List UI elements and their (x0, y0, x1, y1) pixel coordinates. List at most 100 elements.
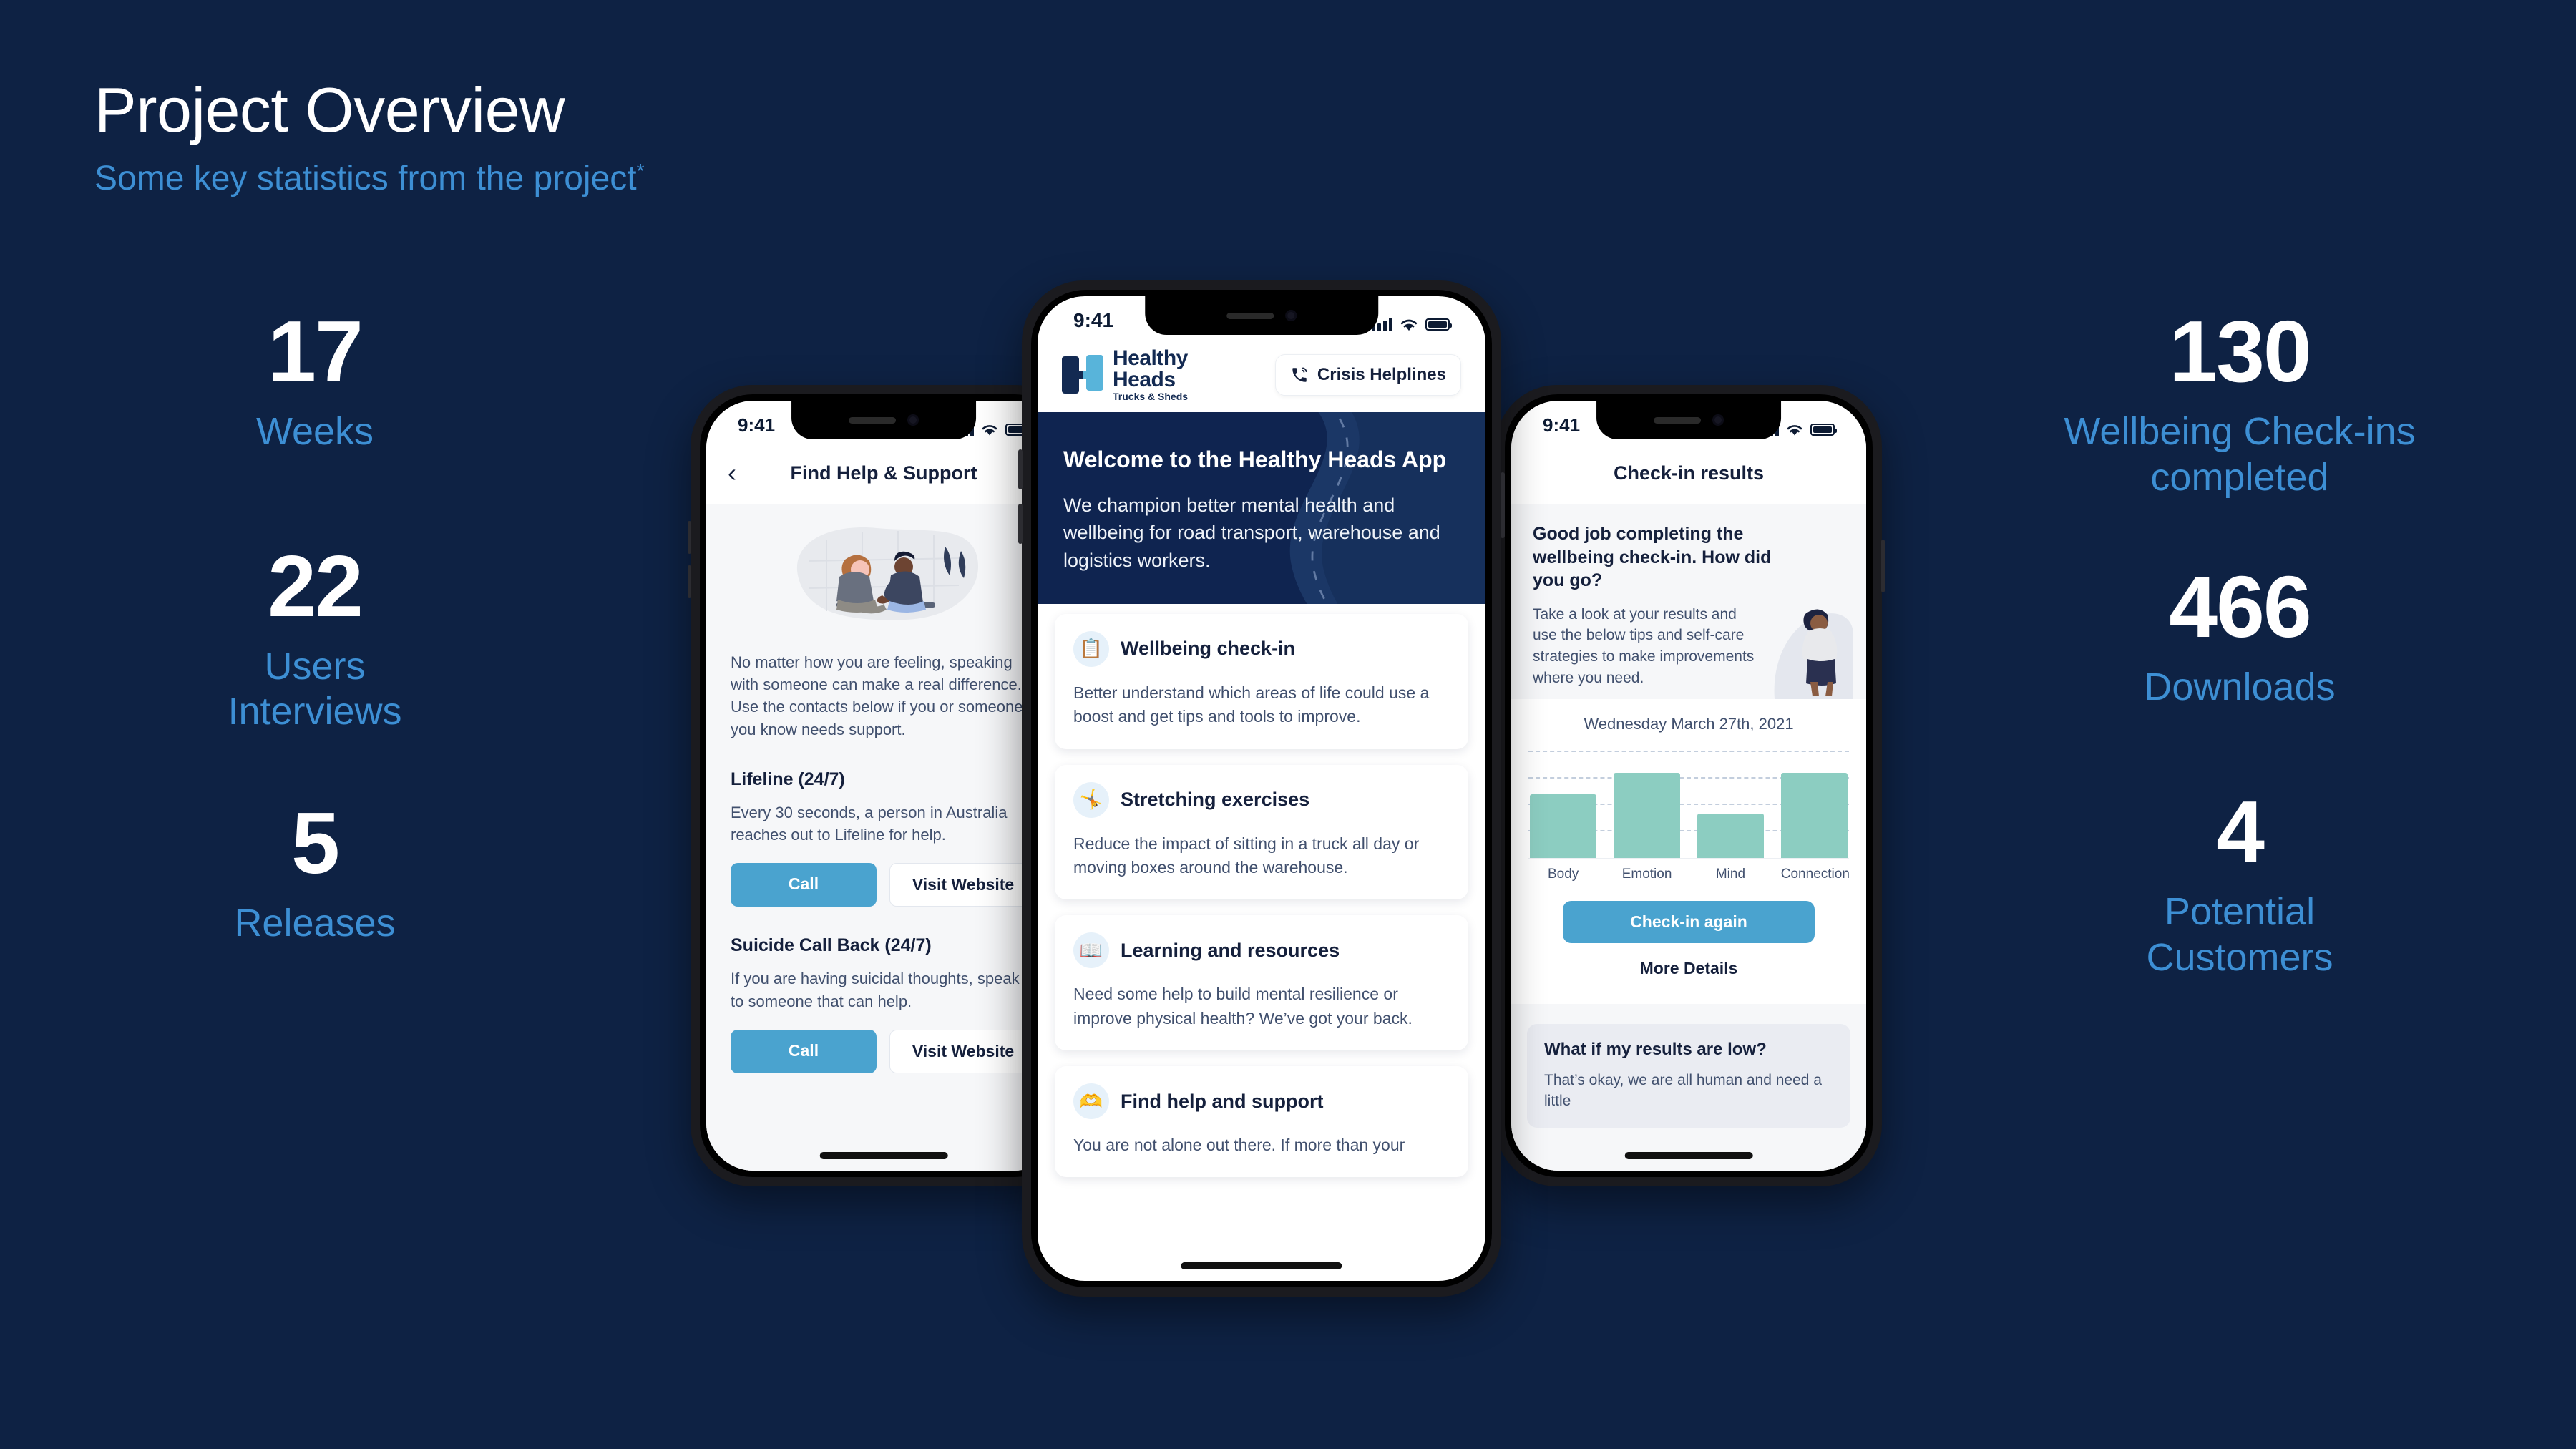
stat-value: 5 (291, 794, 340, 892)
helpline-title: Lifeline (24/7) (731, 769, 845, 789)
home-indicator[interactable] (1181, 1262, 1342, 1269)
welcome-title: Welcome to the Healthy Heads App (1063, 447, 1447, 472)
stat-item: 4 Potential Customers (2025, 788, 2454, 980)
helpline-body: Every 30 seconds, a person in Australia … (731, 803, 1008, 844)
volume-up-button[interactable] (1018, 449, 1023, 489)
crisis-helplines-button[interactable]: Crisis Helplines (1274, 354, 1461, 396)
phone-bezel: 9:41 Check-in results Good job completin… (1505, 394, 1873, 1177)
slide-root: Project Overview Some key statistics fro… (0, 0, 2576, 1449)
chart-x-labels: Body Emotion Mind Connection (1528, 859, 1850, 882)
phone-mockup-welcome: 9:41 Healthy Heads Trucks & Sheds Crisis… (1018, 280, 1505, 1297)
screen-title: Check-in results (1613, 462, 1765, 484)
chart-x-label: Body (1547, 866, 1579, 882)
intro-paragraph: No matter how you are feeling, speaking … (731, 653, 1023, 738)
app-header: Healthy Heads Trucks & Sheds Crisis Help… (1038, 338, 1485, 412)
screen-content: No matter how you are feeling, speaking … (706, 504, 1061, 1171)
stat-label: Releases (234, 902, 396, 945)
volume-down-button[interactable] (688, 565, 691, 598)
low-results-body: That’s okay, we are all human and need a… (1544, 1071, 1822, 1110)
logo-wordmark: Healthy Heads Trucks & Sheds (1113, 348, 1188, 402)
feature-card-title: Find help and support (1121, 1090, 1324, 1112)
power-button[interactable] (1501, 472, 1505, 538)
earpiece-speaker (1226, 312, 1274, 319)
home-indicator[interactable] (819, 1152, 948, 1159)
stat-item: 22 Users Interviews (100, 542, 530, 735)
power-button[interactable] (1881, 540, 1885, 592)
phone-screen: 9:41 Healthy Heads Trucks & Sheds Crisis… (1038, 296, 1485, 1281)
stat-label: Wellbeing Check-ins completed (2064, 410, 2416, 499)
feature-card[interactable]: 🫶 Find help and support You are not alone … (1055, 1066, 1468, 1178)
volume-up-button[interactable] (688, 521, 691, 554)
helpline-body: If you are having suicidal thoughts, spe… (731, 970, 1020, 1010)
call-button[interactable]: Call (731, 863, 877, 907)
visit-website-button[interactable]: Visit Website (889, 863, 1037, 907)
phone-screen: 9:41 Check-in results Good job completin… (1511, 401, 1866, 1171)
stat-label: Weeks (255, 410, 374, 453)
wifi-icon (982, 425, 997, 436)
stat-value: 17 (268, 303, 364, 400)
stat-value: 130 (2169, 303, 2312, 400)
chart-title: Wednesday March 27th, 2021 (1584, 714, 1794, 733)
header: Project Overview Some key statistics fro… (94, 77, 645, 198)
results-subtext: Take a look at your results and use the … (1533, 605, 1755, 686)
navigation-bar: ‹ Find Help & Support (706, 442, 1061, 504)
bar-chart (1528, 750, 1849, 859)
low-results-card: What if my results are low? That’s okay,… (1527, 1023, 1850, 1128)
page-subtitle: Some key statistics from the project* (94, 160, 645, 198)
front-camera (1712, 414, 1724, 426)
battery-icon (1425, 318, 1452, 331)
chart-bars (1528, 752, 1849, 858)
phone-bezel: 9:41 ‹ Find Help & Support No matter how… (700, 394, 1068, 1177)
phone-call-icon (1292, 367, 1307, 382)
stat-item: 466 Downloads (2025, 563, 2454, 711)
chart-bar-mind (1697, 813, 1765, 858)
navigation-bar: Check-in results (1511, 442, 1866, 504)
two-people-talking-illustration (796, 527, 979, 620)
feature-card[interactable]: 📖 Learning and resources Need some help to… (1055, 915, 1468, 1051)
phone-mockup-checkin-results: 9:41 Check-in results Good job completin… (1493, 385, 1885, 1186)
chart-x-label: Mind (1715, 866, 1746, 882)
helpline-actions: Call Visit Website (731, 863, 1037, 907)
visit-website-button[interactable]: Visit Website (889, 1029, 1037, 1073)
chart-bar-body (1530, 794, 1597, 858)
open-book-icon: 📖 (1073, 932, 1109, 969)
feature-card-body: You are not alone out there. If more tha… (1073, 1136, 1405, 1155)
healthy-heads-logo: Healthy Heads Trucks & Sheds (1062, 348, 1188, 402)
wifi-icon (1787, 425, 1802, 436)
volume-down-button[interactable] (1018, 504, 1023, 544)
feature-card-title: Learning and resources (1121, 939, 1340, 961)
logo-line-1: Healthy (1113, 346, 1188, 371)
stat-value: 22 (268, 537, 364, 635)
call-button[interactable]: Call (731, 1029, 877, 1073)
wifi-icon (1400, 319, 1418, 331)
checkin-again-button[interactable]: Check-in again (1563, 900, 1815, 943)
helping-hands-icon: 🫶 (1073, 1083, 1109, 1120)
earpiece-speaker (849, 416, 896, 424)
helpline-title: Suicide Call Back (24/7) (731, 935, 932, 956)
results-chart-card: Wednesday March 27th, 2021 Body Emotion Mi… (1511, 698, 1866, 1004)
helpline-section: Lifeline (24/7) Every 30 seconds, a pers… (731, 769, 1037, 907)
clipboard-checkin-icon: 📋 (1073, 630, 1109, 667)
feature-card-title: Stretching exercises (1121, 789, 1310, 811)
stat-label: Downloads (2144, 665, 2336, 709)
helpline-actions: Call Visit Website (731, 1029, 1037, 1073)
page-title: Project Overview (94, 74, 565, 145)
screen-content: Good job completing the wellbeing check-… (1511, 504, 1866, 1171)
chart-bar-connection (1780, 773, 1848, 858)
notch (1596, 401, 1781, 439)
logo-line-2: Heads (1113, 367, 1176, 391)
battery-icon (1810, 424, 1837, 436)
feature-card[interactable]: 📋 Wellbeing check-in Better understand whi… (1055, 613, 1468, 749)
logo-tagline: Trucks & Sheds (1113, 391, 1189, 403)
home-indicator[interactable] (1624, 1152, 1753, 1159)
status-icons (1372, 317, 1452, 332)
h-logo-mark-icon (1062, 355, 1103, 395)
helpline-section: Suicide Call Back (24/7) If you are havi… (731, 935, 1037, 1073)
standing-person-illustration (1774, 609, 1853, 699)
page-subtitle-text: Some key statistics from the project (94, 160, 637, 198)
more-details-link[interactable]: More Details (1528, 959, 1849, 992)
phone-bezel: 9:41 Healthy Heads Trucks & Sheds Crisis… (1031, 290, 1492, 1287)
feature-card[interactable]: 🤸 Stretching exercises Reduce the impact o… (1055, 764, 1468, 900)
feature-card-head: 🫶 Find help and support (1073, 1083, 1450, 1120)
stat-value: 4 (2216, 783, 2265, 881)
